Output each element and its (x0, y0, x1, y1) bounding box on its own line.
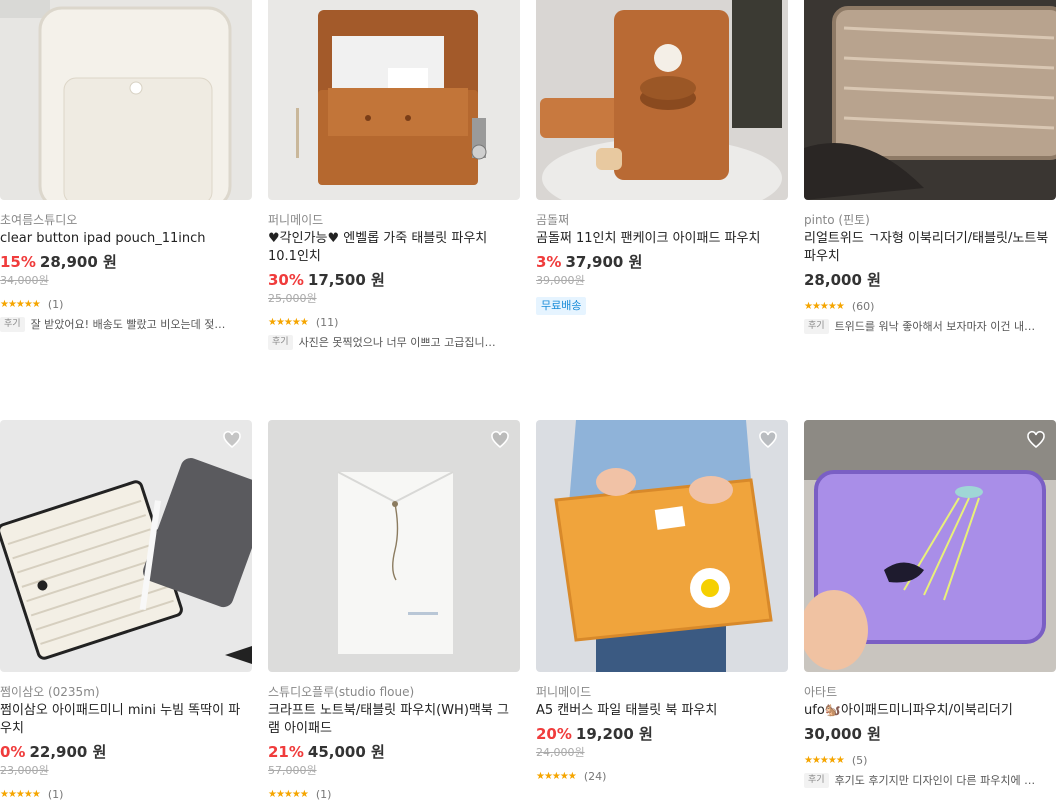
original-price: 34,000원 (0, 274, 49, 287)
seller-name[interactable]: pinto (핀토) (804, 213, 1056, 228)
product-image[interactable] (804, 0, 1056, 200)
heart-icon[interactable] (490, 430, 510, 450)
product-image[interactable] (536, 420, 788, 672)
review-count: (1) (47, 298, 64, 311)
discount-rate: 3% (536, 253, 562, 271)
product-card[interactable]: 퍼니메이드 ♥각인가능♥ 엔벨롭 가죽 태블릿 파우치 10.1인치 30% 17… (268, 0, 520, 350)
product-card[interactable]: 초여름스튜디오 clear button ipad pouch_11inch 1… (0, 0, 252, 332)
seller-name[interactable]: 곰돌쩌 (536, 213, 788, 228)
product-image[interactable] (0, 420, 252, 672)
product-card[interactable]: 퍼니메이드 A5 캔버스 파일 태블릿 북 파우치 20% 19,200 원 24… (536, 420, 788, 784)
discount-rate: 0% (0, 743, 26, 761)
original-price: 25,000원 (268, 292, 317, 305)
price: 17,500 원 (307, 271, 385, 289)
product-card[interactable]: pinto (핀토) 리얼트위드 ㄱ자형 이북리더기/태블릿/노트북 파우치 2… (804, 0, 1056, 334)
price: 19,200 원 (575, 725, 653, 743)
review-count: (5) (851, 754, 868, 767)
review-snippet[interactable]: 후기 잘 받았어요! 배송도 빨랐고 비오는데 젖을... (0, 317, 232, 332)
star-icon: ★★★★★ (0, 789, 41, 800)
review-tag: 후기 (268, 335, 293, 350)
rating: ★★★★★ (1) (268, 788, 520, 802)
seller-name[interactable]: 퍼니메이드 (536, 685, 788, 700)
star-icon: ★★★★★ (268, 317, 309, 328)
product-grid: 초여름스튜디오 clear button ipad pouch_11inch 1… (0, 0, 1062, 801)
product-image[interactable] (268, 0, 520, 200)
free-shipping-badge: 무료배송 (536, 297, 587, 315)
rating: ★★★★★ (5) (804, 754, 1056, 768)
product-image[interactable] (536, 0, 788, 200)
seller-name[interactable]: 아타트 (804, 685, 1056, 700)
discount-rate: 30% (268, 271, 304, 289)
star-icon: ★★★★★ (804, 301, 845, 312)
review-tag: 후기 (804, 773, 829, 788)
price: 30,000 원 (804, 725, 881, 743)
price: 28,900 원 (39, 253, 117, 271)
product-title[interactable]: ♥각인가능♥ 엔벨롭 가죽 태블릿 파우치 10.1인치 (268, 230, 520, 266)
review-snippet[interactable]: 후기 사진은 못찍었으나 너무 이쁘고 고급집니다! ... (268, 335, 500, 350)
product-title[interactable]: 쩜이삼오 아이패드미니 mini 누빔 똑딱이 파우치 (0, 702, 252, 738)
discount-rate: 21% (268, 743, 304, 761)
rating: ★★★★★ (1) (0, 788, 252, 802)
product-card[interactable]: 쩜이삼오 (0235m) 쩜이삼오 아이패드미니 mini 누빔 똑딱이 파우치… (0, 420, 252, 802)
star-icon: ★★★★★ (268, 789, 309, 800)
price: 28,000 원 (804, 271, 881, 289)
heart-icon[interactable] (222, 430, 242, 450)
price: 22,900 원 (29, 743, 107, 761)
price-row: 30,000 원 (804, 724, 1056, 744)
price-row: 28,000 원 (804, 270, 1056, 290)
product-title[interactable]: clear button ipad pouch_11inch (0, 230, 252, 248)
heart-icon[interactable] (758, 430, 778, 450)
review-text: 후기도 후기지만 디자인이 다른 파우치에 비... (834, 774, 1036, 787)
review-snippet[interactable]: 후기 후기도 후기지만 디자인이 다른 파우치에 비... (804, 773, 1036, 788)
review-text: 트위드를 워낙 좋아해서 보자마자 이건 내거... (834, 320, 1036, 333)
star-icon: ★★★★★ (0, 299, 41, 310)
product-title[interactable]: 리얼트위드 ㄱ자형 이북리더기/태블릿/노트북 파우치 (804, 230, 1056, 266)
product-title[interactable]: 크라프트 노트북/태블릿 파우치(WH)맥북 그램 아이패드 (268, 702, 520, 738)
product-image[interactable] (268, 420, 520, 672)
rating: ★★★★★ (24) (536, 770, 788, 784)
product-card[interactable]: 스튜디오플루(studio floue) 크라프트 노트북/태블릿 파우치(WH… (268, 420, 520, 802)
review-count: (11) (315, 316, 339, 329)
original-price: 24,000원 (536, 746, 585, 759)
price-row: 30% 17,500 원 (268, 270, 520, 290)
original-price: 39,000원 (536, 274, 585, 287)
price-row: 3% 37,900 원 (536, 252, 788, 272)
product-title[interactable]: A5 캔버스 파일 태블릿 북 파우치 (536, 702, 788, 720)
rating: ★★★★★ (11) (268, 316, 520, 330)
price: 45,000 원 (307, 743, 385, 761)
rating: ★★★★★ (60) (804, 300, 1056, 314)
review-text: 잘 받았어요! 배송도 빨랐고 비오는데 젖을... (30, 318, 232, 331)
seller-name[interactable]: 스튜디오플루(studio floue) (268, 685, 520, 700)
product-title[interactable]: 곰돌쩌 11인치 팬케이크 아이패드 파우치 (536, 230, 788, 248)
review-snippet[interactable]: 후기 트위드를 워낙 좋아해서 보자마자 이건 내거... (804, 319, 1036, 334)
seller-name[interactable]: 퍼니메이드 (268, 213, 520, 228)
discount-rate: 20% (536, 725, 572, 743)
price: 37,900 원 (565, 253, 643, 271)
review-count: (1) (47, 788, 64, 801)
original-price: 57,000원 (268, 764, 317, 777)
discount-rate: 15% (0, 253, 36, 271)
product-card[interactable]: 아타트 ufo🐿️아이패드미니파우치/이북리더기 30,000 원 ★★★★★ (… (804, 420, 1056, 788)
review-text: 사진은 못찍었으나 너무 이쁘고 고급집니다! ... (298, 336, 500, 349)
price-row: 21% 45,000 원 (268, 742, 520, 762)
product-image[interactable] (0, 0, 252, 200)
star-icon: ★★★★★ (536, 771, 577, 782)
review-tag: 후기 (0, 317, 25, 332)
product-card[interactable]: 곰돌쩌 곰돌쩌 11인치 팬케이크 아이패드 파우치 3% 37,900 원 39… (536, 0, 788, 315)
rating: ★★★★★ (1) (0, 298, 252, 312)
seller-name[interactable]: 초여름스튜디오 (0, 213, 252, 228)
price-row: 15% 28,900 원 (0, 252, 252, 272)
heart-icon[interactable] (1026, 430, 1046, 450)
review-count: (60) (851, 300, 875, 313)
seller-name[interactable]: 쩜이삼오 (0235m) (0, 685, 252, 700)
price-row: 20% 19,200 원 (536, 724, 788, 744)
price-row: 0% 22,900 원 (0, 742, 252, 762)
review-count: (24) (583, 770, 607, 783)
star-icon: ★★★★★ (804, 755, 845, 766)
review-tag: 후기 (804, 319, 829, 334)
product-title[interactable]: ufo🐿️아이패드미니파우치/이북리더기 (804, 702, 1056, 720)
original-price: 23,000원 (0, 764, 49, 777)
product-image[interactable] (804, 420, 1056, 672)
review-count: (1) (315, 788, 332, 801)
